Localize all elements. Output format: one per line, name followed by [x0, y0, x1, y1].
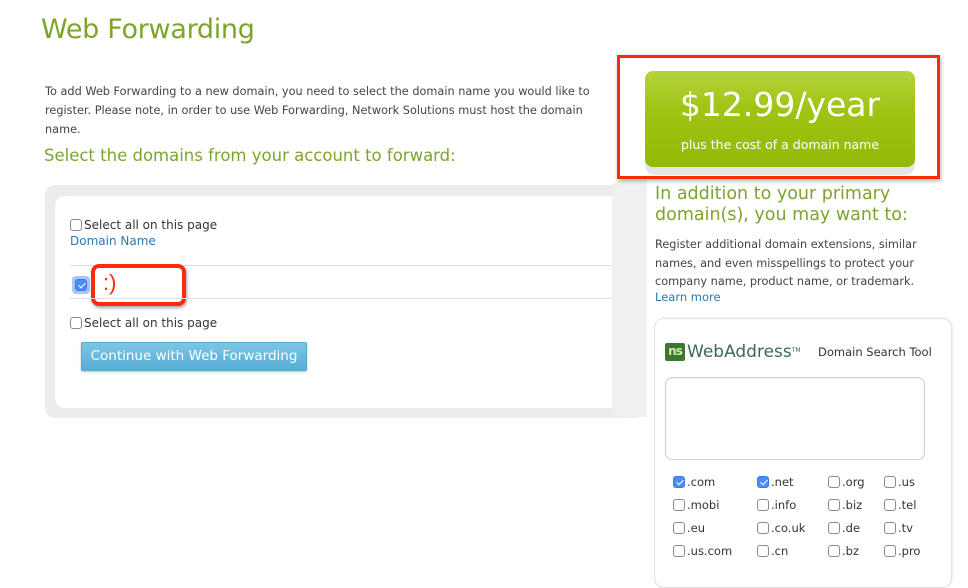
tld-label: .org: [842, 475, 865, 489]
tld-checkbox[interactable]: [884, 476, 896, 488]
tld-label: .pro: [898, 544, 921, 558]
intro-text: To add Web Forwarding to a new domain, y…: [45, 85, 590, 136]
select-all-top-label: Select all on this page: [84, 218, 218, 232]
tld-checkbox[interactable]: [673, 545, 685, 557]
tld-checkbox[interactable]: [673, 499, 685, 511]
tld-checkbox[interactable]: [757, 476, 769, 488]
tld-label: .eu: [687, 521, 706, 535]
divider: [70, 298, 620, 299]
domain-row-checkbox-focus[interactable]: [72, 276, 90, 294]
tld-checkbox[interactable]: [673, 476, 685, 488]
tld-checkbox[interactable]: [673, 522, 685, 534]
tld-checkbox[interactable]: [828, 522, 840, 534]
tld-label: .tv: [898, 521, 913, 535]
tld-option[interactable]: .net: [757, 475, 794, 489]
select-all-top-checkbox[interactable]: [70, 219, 82, 231]
tld-checkbox[interactable]: [828, 499, 840, 511]
tld-checkbox[interactable]: [757, 499, 769, 511]
tld-label: .us: [898, 475, 915, 489]
learn-more-link[interactable]: Learn more: [655, 290, 721, 304]
domain-search-tool-label: Domain Search Tool: [818, 345, 932, 359]
tld-option[interactable]: .bz: [828, 544, 859, 558]
select-all-bottom-label: Select all on this page: [84, 316, 218, 330]
tld-checkbox[interactable]: [757, 545, 769, 557]
select-all-bottom[interactable]: Select all on this page: [70, 316, 217, 330]
tld-label: .de: [842, 521, 861, 535]
select-all-bottom-checkbox[interactable]: [70, 317, 82, 329]
sidebar-text: Register additional domain extensions, s…: [655, 238, 917, 288]
webaddress-logo: ns WebAddress TM: [665, 342, 801, 362]
domain-row-name: :): [103, 270, 117, 295]
column-header-domain-name[interactable]: Domain Name: [70, 234, 156, 248]
tld-checkbox[interactable]: [828, 545, 840, 557]
tld-option[interactable]: .de: [828, 521, 860, 535]
ns-logo-icon: ns: [665, 343, 685, 361]
tld-option[interactable]: .us.com: [673, 544, 732, 558]
domain-search-input[interactable]: [665, 377, 925, 460]
sidebar-title: In addition to your primary domain(s), y…: [655, 184, 908, 225]
tld-option[interactable]: .co.uk: [757, 521, 805, 535]
tld-option[interactable]: .info: [757, 498, 796, 512]
tld-option[interactable]: .tv: [884, 521, 913, 535]
tld-label: .mobi: [687, 498, 720, 512]
tld-option[interactable]: .mobi: [673, 498, 719, 512]
logo-text: WebAddress: [687, 342, 792, 362]
tld-label: .co.uk: [771, 521, 806, 535]
tld-label: .bz: [842, 544, 859, 558]
tld-label: .tel: [898, 498, 917, 512]
sidebar-tab-edge: [612, 180, 647, 417]
tld-option[interactable]: .biz: [828, 498, 862, 512]
section-title: Select the domains from your account to …: [44, 146, 456, 165]
annotation-price-box: [617, 55, 940, 179]
tld-option[interactable]: .com: [673, 475, 715, 489]
tld-checkbox[interactable]: [884, 499, 896, 511]
tld-label: .cn: [771, 544, 789, 558]
tld-label: .info: [771, 498, 797, 512]
tld-option[interactable]: .cn: [757, 544, 788, 558]
tld-checkbox[interactable]: [757, 522, 769, 534]
tld-option[interactable]: .us: [884, 475, 915, 489]
tld-checkbox[interactable]: [828, 476, 840, 488]
domain-row-checkbox[interactable]: [75, 279, 87, 291]
tld-option[interactable]: .tel: [884, 498, 916, 512]
tld-label: .biz: [842, 498, 863, 512]
page-title: Web Forwarding: [41, 14, 255, 45]
tld-option[interactable]: .eu: [673, 521, 705, 535]
tld-option[interactable]: .pro: [884, 544, 920, 558]
tld-label: .com: [687, 475, 716, 489]
tld-label: .us.com: [687, 544, 733, 558]
continue-button[interactable]: Continue with Web Forwarding: [81, 342, 307, 371]
tld-checkbox[interactable]: [884, 545, 896, 557]
tld-checkbox[interactable]: [884, 522, 896, 534]
logo-trademark: TM: [791, 346, 801, 354]
tld-label: .net: [771, 475, 794, 489]
tld-option[interactable]: .org: [828, 475, 865, 489]
select-all-top[interactable]: Select all on this page: [70, 218, 217, 232]
